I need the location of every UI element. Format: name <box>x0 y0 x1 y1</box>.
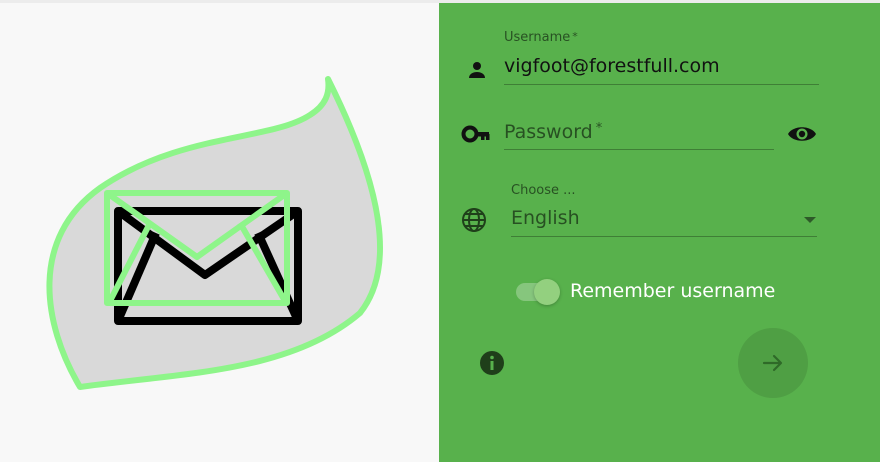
login-form-panel: Username * vigfoot@forestfull.com Passwor… <box>439 3 880 462</box>
remember-username-label[interactable]: Remember username <box>570 280 775 302</box>
username-input[interactable]: vigfoot@forestfull.com <box>504 55 720 77</box>
arrow-right-icon <box>762 354 783 372</box>
language-select[interactable]: English <box>511 207 580 229</box>
username-required-mark: * <box>572 30 578 43</box>
language-underline <box>511 236 817 237</box>
key-icon <box>461 125 490 143</box>
leaf-shape <box>46 76 383 390</box>
info-icon[interactable] <box>479 350 505 376</box>
username-underline <box>504 84 819 85</box>
mail-leaf-logo <box>46 76 383 390</box>
submit-button[interactable] <box>738 328 808 398</box>
language-label: Choose ... <box>511 183 576 198</box>
username-label: Username * <box>504 30 578 45</box>
person-icon <box>469 62 485 78</box>
username-label-text: Username <box>504 30 571 45</box>
caret-down-icon[interactable] <box>803 216 817 224</box>
password-required-mark: * <box>595 121 603 136</box>
logo-pane <box>0 3 439 462</box>
password-placeholder: Password <box>504 121 593 143</box>
globe-icon <box>462 208 486 232</box>
password-input[interactable]: Password * <box>504 121 602 143</box>
password-underline <box>504 149 774 150</box>
eye-icon[interactable] <box>787 123 817 145</box>
toggle-thumb[interactable] <box>534 279 560 305</box>
